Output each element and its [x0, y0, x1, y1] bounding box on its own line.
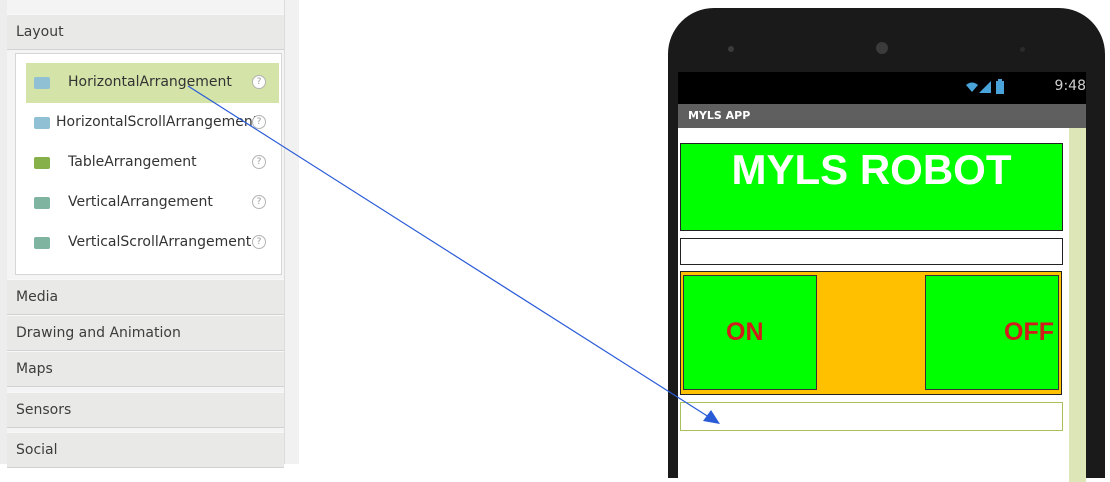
status-time: 9:48	[1054, 78, 1086, 94]
palette-item-table-arrangement[interactable]: TableArrangement ?	[26, 143, 279, 183]
panel-divider[interactable]	[284, 0, 299, 464]
category-sensors[interactable]: Sensors	[7, 392, 284, 428]
help-icon[interactable]: ?	[252, 155, 266, 169]
signal-icon	[979, 81, 991, 93]
app-title: MYLS APP	[688, 109, 751, 122]
status-bar: 9:48	[678, 72, 1086, 104]
textbox-component[interactable]	[680, 238, 1063, 265]
app-title-bar: MYLS APP	[678, 104, 1086, 128]
palette-item-label: HorizontalScrollArrangement	[56, 114, 259, 130]
category-label: Maps	[16, 361, 53, 377]
layout-items-list: HorizontalArrangement ? HorizontalScroll…	[15, 53, 282, 275]
vertical-arrangement-icon	[34, 197, 50, 209]
category-label: Layout	[16, 24, 64, 40]
category-media[interactable]: Media	[7, 279, 284, 315]
battery-icon	[996, 79, 1004, 94]
palette-item-horizontal-arrangement[interactable]: HorizontalArrangement ?	[26, 63, 279, 103]
palette-panel: Layout HorizontalArrangement ? Horizonta…	[0, 0, 299, 468]
sensor-dot	[728, 46, 734, 52]
horizontal-arrangement-icon	[34, 77, 50, 89]
on-button[interactable]: ON	[683, 275, 817, 390]
camera-icon	[876, 42, 888, 54]
panel-edge	[0, 0, 7, 464]
table-arrangement-icon	[34, 157, 50, 169]
help-icon[interactable]: ?	[252, 235, 266, 249]
help-icon[interactable]: ?	[252, 195, 266, 209]
help-icon[interactable]: ?	[252, 75, 266, 89]
palette-item-label: TableArrangement	[68, 154, 197, 170]
phone-screen: 9:48 MYLS APP MYLS ROBOT ON OFF	[678, 72, 1086, 482]
screen-scrollbar[interactable]	[1069, 128, 1086, 482]
category-label: Sensors	[16, 402, 72, 418]
category-drawing-animation[interactable]: Drawing and Animation	[7, 315, 284, 351]
on-button-label: ON	[726, 318, 764, 346]
category-label: Drawing and Animation	[16, 325, 181, 341]
sensor-dot	[1020, 47, 1025, 52]
vertical-scroll-arrangement-icon	[34, 237, 50, 249]
category-social[interactable]: Social	[7, 432, 284, 468]
horizontal-scroll-arrangement-icon	[34, 117, 50, 129]
category-label: Social	[16, 442, 58, 458]
phone-mockup: 9:48 MYLS APP MYLS ROBOT ON OFF	[668, 8, 1105, 482]
palette-item-vertical-arrangement[interactable]: VerticalArrangement ?	[26, 183, 279, 223]
drop-target-arrangement[interactable]	[680, 402, 1063, 431]
palette-item-label: VerticalArrangement	[68, 194, 213, 210]
palette-item-vertical-scroll-arrangement[interactable]: VerticalScrollArrangement ?	[26, 223, 279, 263]
palette-item-label: VerticalScrollArrangement	[68, 234, 252, 250]
wifi-icon	[966, 82, 978, 92]
category-label: Media	[16, 289, 59, 305]
category-layout[interactable]: Layout	[7, 14, 284, 50]
palette-item-horizontal-scroll-arrangement[interactable]: HorizontalScrollArrangement ?	[26, 103, 279, 143]
help-icon[interactable]: ?	[252, 115, 266, 129]
screen-title: MYLS ROBOT	[731, 146, 1012, 193]
off-button[interactable]: OFF	[925, 275, 1059, 390]
palette-item-label: HorizontalArrangement	[68, 74, 232, 90]
off-button-label: OFF	[1004, 318, 1054, 346]
category-maps[interactable]: Maps	[7, 351, 284, 387]
horizontal-arrangement-component[interactable]: ON OFF	[680, 271, 1062, 395]
title-label-component[interactable]: MYLS ROBOT	[680, 143, 1063, 231]
